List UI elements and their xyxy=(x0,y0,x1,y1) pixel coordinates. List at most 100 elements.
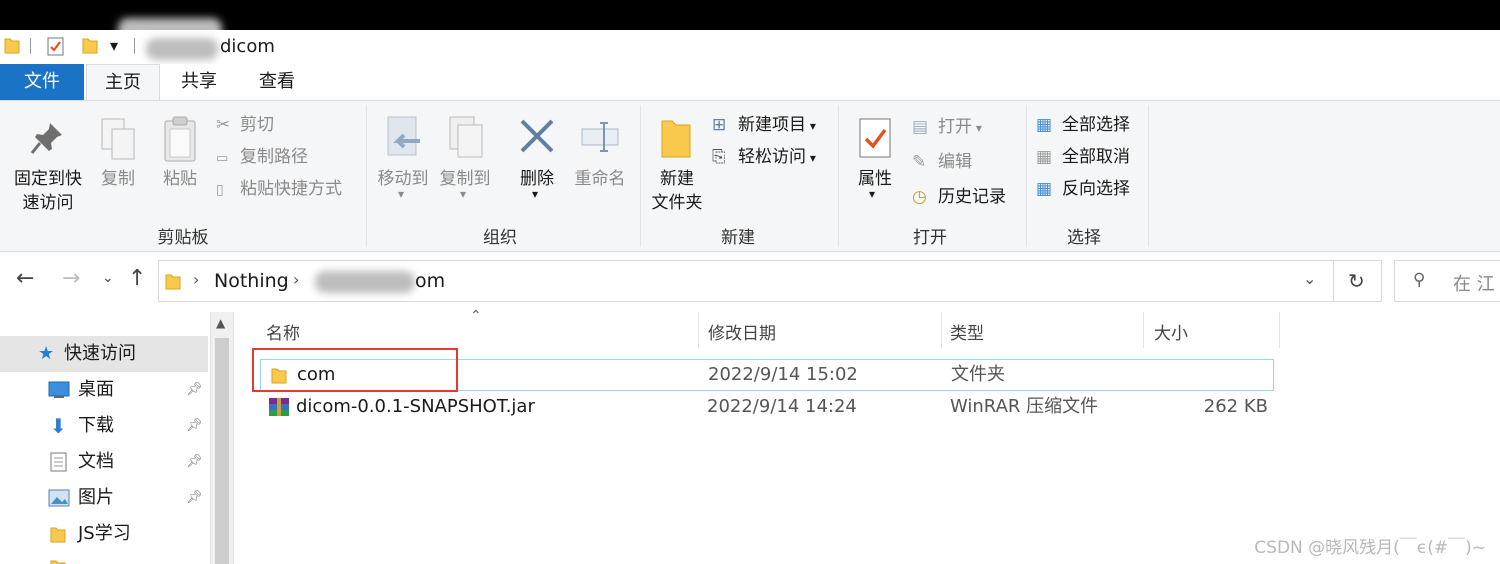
back-arrow-icon[interactable]: ← xyxy=(16,266,34,291)
paste-shortcut-label: 粘贴快捷方式 xyxy=(240,179,342,199)
star-icon: ★ xyxy=(38,343,55,364)
address-bar[interactable]: › Nothing › om ⌄ xyxy=(158,260,1334,302)
copy-path-button[interactable]: ▭ 复制路径 xyxy=(216,145,308,171)
address-dropdown-icon[interactable]: ⌄ xyxy=(1303,269,1316,288)
invert-selection-button[interactable]: ▦ 反向选择 xyxy=(1036,177,1130,201)
nav-item-js[interactable]: JS学习 xyxy=(0,516,208,552)
search-input[interactable]: ⚲ 在 江 xyxy=(1394,260,1500,302)
copy-button[interactable]: 复制 xyxy=(92,107,144,219)
recent-locations-chevron-icon[interactable]: ⌄ xyxy=(102,270,114,286)
redacted-blur xyxy=(146,38,218,60)
column-separator[interactable] xyxy=(1279,312,1280,348)
nav-item-documents[interactable]: 文档 📌︎ xyxy=(0,444,208,480)
folder-icon xyxy=(4,38,20,54)
move-to-button[interactable]: 移动到 ▾ xyxy=(372,107,434,219)
chevron-right-icon: › xyxy=(293,270,300,289)
copy-to-button[interactable]: 复制到 ▾ xyxy=(434,107,496,219)
delete-button[interactable]: 删除 ▾ xyxy=(508,107,566,219)
paste-button[interactable]: 粘贴 xyxy=(152,107,208,219)
pin-label-1: 固定到快 xyxy=(14,169,82,189)
winrar-archive-icon xyxy=(269,398,289,416)
group-separator xyxy=(366,105,367,247)
history-icon: ◷ xyxy=(912,187,927,207)
nav-item-desktop[interactable]: 桌面 📌︎ xyxy=(0,372,208,408)
refresh-icon: ↻ xyxy=(1348,269,1365,293)
select-all-label: 全部选择 xyxy=(1062,115,1130,135)
title-bar: ▾ dicom xyxy=(0,30,1500,64)
watermark: CSDN @晓风残月(￣ϵ(#￣)~ xyxy=(1254,538,1486,558)
divider xyxy=(30,38,31,54)
forward-arrow-icon[interactable]: → xyxy=(62,266,80,291)
group-separator xyxy=(1148,105,1149,247)
open-label: 打开 xyxy=(938,117,972,137)
tab-view[interactable]: 查看 xyxy=(240,64,314,100)
document-icon xyxy=(50,452,67,472)
chevron-down-icon: ▾ xyxy=(460,187,467,201)
breadcrumb-nothing[interactable]: Nothing xyxy=(214,270,289,292)
select-all-icon: ▦ xyxy=(1036,115,1053,135)
column-separator[interactable] xyxy=(698,312,699,348)
paste-shortcut-button[interactable]: ▯ 粘贴快捷方式 xyxy=(216,177,342,202)
invert-selection-icon: ▦ xyxy=(1036,179,1053,199)
edit-button[interactable]: ✎ 编辑 xyxy=(912,150,972,174)
group-label-open: 打开 xyxy=(913,228,947,248)
new-folder-button[interactable]: 新建 文件夹 xyxy=(646,107,708,219)
history-button[interactable]: ◷ 历史记录 xyxy=(912,185,1006,209)
nav-scrollbar[interactable]: ▲ xyxy=(210,312,234,564)
nav-label: 下载 xyxy=(78,415,114,436)
new-item-button[interactable]: ⊞ 新建项目 ▾ xyxy=(712,113,816,138)
copy-path-label: 复制路径 xyxy=(240,147,308,167)
nav-label: 桌面 xyxy=(78,379,114,400)
scroll-up-icon[interactable]: ▲ xyxy=(216,316,225,330)
pin-quick-access-button[interactable]: 固定到快 速访问 xyxy=(6,107,90,219)
pin-icon: 📌︎ xyxy=(186,490,203,505)
open-button[interactable]: ▤ 打开 ▾ xyxy=(912,115,982,140)
table-row[interactable]: dicom-0.0.1-SNAPSHOT.jar 2022/9/14 14:24… xyxy=(260,391,1274,423)
download-arrow-icon: ⬇ xyxy=(50,414,67,438)
tab-home[interactable]: 主页 xyxy=(86,64,160,101)
nav-item-partial[interactable] xyxy=(0,552,208,564)
open-icon: ▤ xyxy=(912,117,929,137)
refresh-button[interactable]: ↻ xyxy=(1334,260,1382,302)
group-label-organize: 组织 xyxy=(483,228,517,248)
rename-button[interactable]: 重命名 xyxy=(568,107,632,219)
file-date: 2022/9/14 15:02 xyxy=(708,364,858,385)
folder-icon xyxy=(50,527,66,543)
select-all-button[interactable]: ▦ 全部选择 xyxy=(1036,113,1130,137)
qat-dropdown-icon[interactable]: ▾ xyxy=(110,36,118,55)
column-header-name[interactable]: 名称 xyxy=(266,318,300,350)
column-separator[interactable] xyxy=(1143,312,1144,348)
file-type: 文件夹 xyxy=(951,364,1005,385)
cut-button[interactable]: ✂ 剪切 xyxy=(216,113,274,137)
highlight-box xyxy=(252,348,458,392)
tab-share[interactable]: 共享 xyxy=(162,64,236,100)
scrollbar-thumb[interactable] xyxy=(215,338,229,564)
properties-button[interactable]: 属性 ▾ xyxy=(846,107,904,219)
ribbon: 固定到快 速访问 复制 粘贴 ✂ 剪切 ▭ 复制路径 ▯ 粘贴快捷方式 剪贴板 移动到 xyxy=(0,100,1500,252)
nav-item-downloads[interactable]: ⬇ 下载 📌︎ xyxy=(0,408,208,444)
column-header-date[interactable]: 修改日期 xyxy=(708,318,776,350)
column-header-size[interactable]: 大小 xyxy=(1154,318,1188,350)
nav-quick-access[interactable]: ★ 快速访问 xyxy=(0,336,208,372)
breadcrumb-current[interactable]: om xyxy=(415,270,445,292)
scissors-icon: ✂ xyxy=(216,115,231,135)
rename-label: 重命名 xyxy=(574,169,626,189)
tab-file[interactable]: 文件 xyxy=(0,64,84,100)
pin-icon: 📌︎ xyxy=(186,454,203,469)
pin-label-2: 速访问 xyxy=(22,193,74,213)
chevron-down-icon: ▾ xyxy=(972,121,982,135)
edit-icon: ✎ xyxy=(912,152,927,172)
window-title: dicom xyxy=(220,36,275,57)
desktop-icon xyxy=(48,381,70,398)
easy-access-icon: ⎘ xyxy=(712,147,726,167)
column-header-type[interactable]: 类型 xyxy=(950,318,984,350)
easy-access-button[interactable]: ⎘ 轻松访问 ▾ xyxy=(712,145,816,170)
new-folder-qat-icon[interactable] xyxy=(82,36,98,54)
column-separator[interactable] xyxy=(941,312,942,348)
up-arrow-icon[interactable]: ↑ xyxy=(128,266,146,291)
select-none-button[interactable]: ▦ 全部取消 xyxy=(1036,145,1130,169)
nav-item-pictures[interactable]: 图片 📌︎ xyxy=(0,480,208,516)
nav-label: 文档 xyxy=(78,451,114,472)
group-separator xyxy=(838,105,839,247)
properties-qat-icon[interactable] xyxy=(46,35,66,57)
